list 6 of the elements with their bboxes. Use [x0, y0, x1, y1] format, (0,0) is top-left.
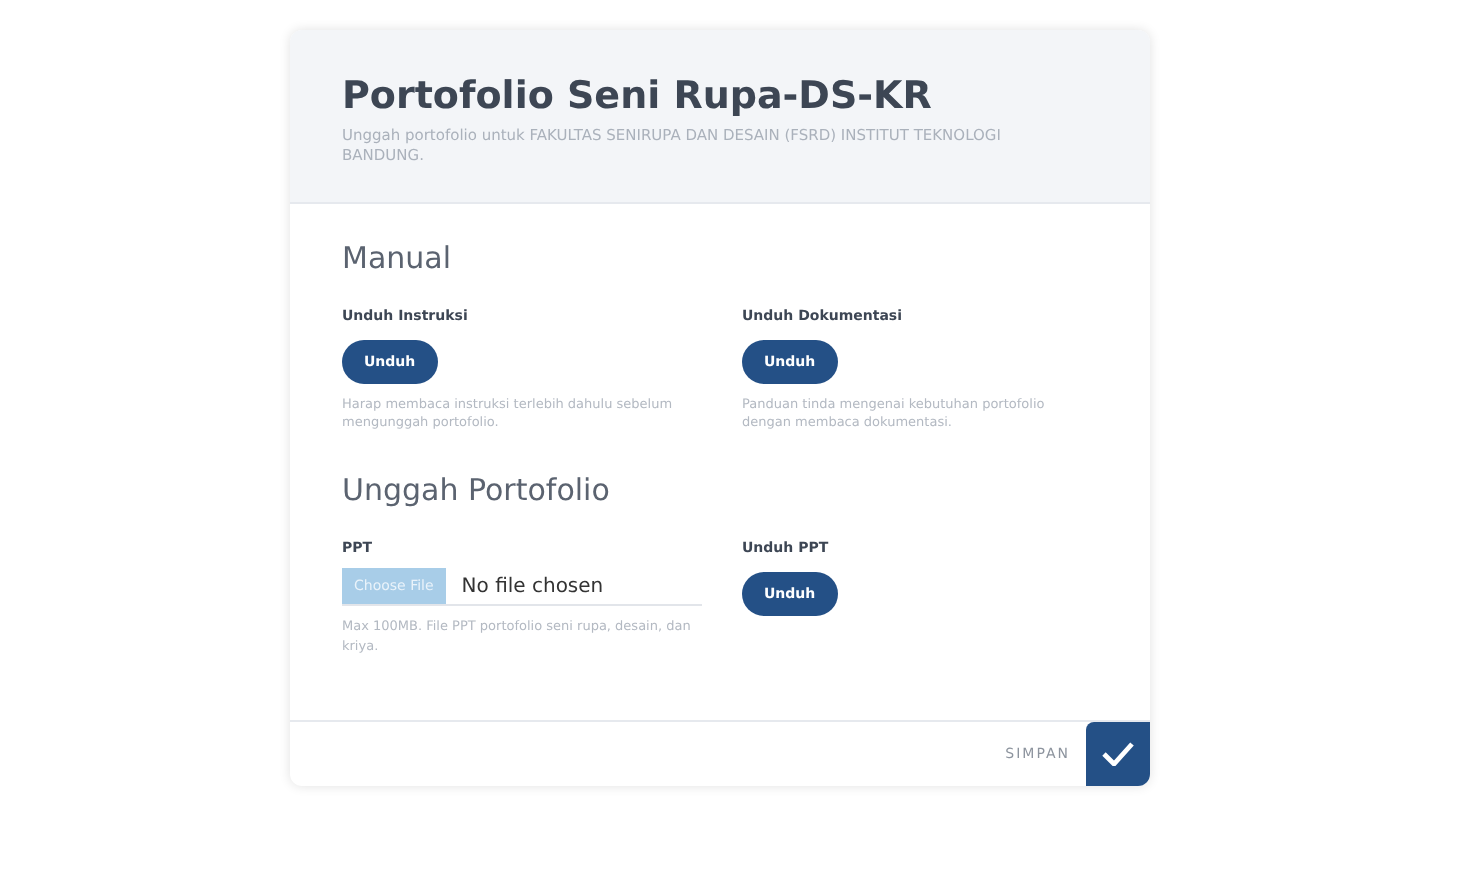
form-title: Portofolio Seni Rupa-DS-KR — [342, 74, 934, 118]
section-heading: Manual — [342, 240, 454, 277]
file-status: No file chosen — [461, 575, 604, 598]
confirm-button[interactable] — [1086, 721, 1150, 786]
section-heading: Unggah Portofolio — [342, 472, 612, 509]
check-icon — [1102, 741, 1134, 766]
